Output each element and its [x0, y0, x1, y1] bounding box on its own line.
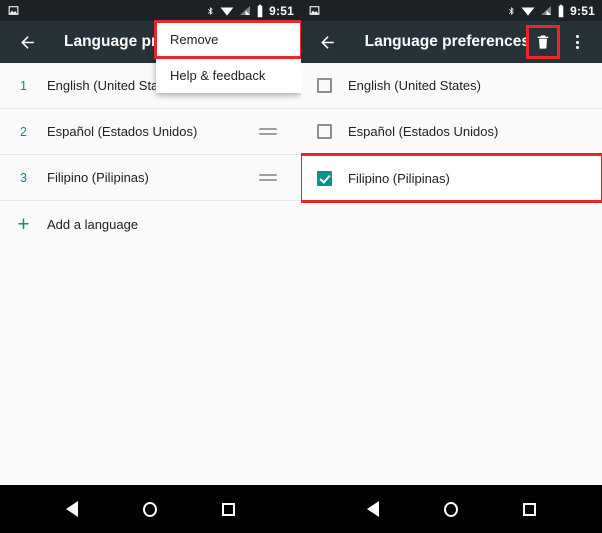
list-item-rank: 1: [20, 78, 27, 93]
battery-icon: [257, 4, 263, 17]
left-phone-screen: 9:51 Language prefe 1 English (United St…: [0, 0, 301, 485]
trash-icon[interactable]: [526, 25, 560, 59]
wifi-icon: [521, 7, 535, 16]
bluetooth-icon: [509, 6, 514, 15]
app-bar-actions: [526, 25, 592, 59]
overflow-menu-popup: Remove Help & feedback: [154, 20, 301, 93]
plus-icon: +: [17, 212, 30, 236]
overflow-menu-icon[interactable]: [562, 27, 592, 57]
list-item[interactable]: 3 Filipino (Pilipinas): [0, 155, 301, 201]
app-bar-right: Language preferences: [301, 21, 602, 63]
nav-back-icon[interactable]: [66, 501, 79, 517]
add-language-row[interactable]: + Add a language: [0, 201, 301, 247]
status-bar-notifications: [308, 4, 321, 17]
drag-handle-icon[interactable]: [259, 174, 277, 181]
image-icon: [309, 6, 320, 15]
list-spacer: [301, 201, 602, 247]
list-item-rank: 2: [20, 124, 27, 139]
menu-item-help-feedback-label: Help & feedback: [170, 68, 266, 83]
checkbox-cell[interactable]: [301, 78, 348, 93]
checkbox-cell[interactable]: [301, 170, 348, 186]
list-item-rank: 3: [20, 170, 27, 185]
right-phone-screen: 9:51 Language preferences English (Unite…: [301, 0, 602, 485]
menu-item-remove[interactable]: Remove: [154, 20, 301, 59]
status-bar-icons-left: 9:51: [206, 4, 294, 18]
back-arrow-icon[interactable]: [12, 27, 42, 57]
list-item[interactable]: Filipino (Pilipinas): [301, 153, 602, 203]
status-bar-clock: 9:51: [570, 3, 595, 18]
language-selection-list: English (United States) Español (Estados…: [301, 63, 602, 247]
back-arrow-icon[interactable]: [313, 27, 343, 57]
nav-home-icon[interactable]: [443, 501, 458, 517]
nav-back-icon[interactable]: [367, 501, 380, 517]
list-item-label: English (United States): [348, 78, 481, 93]
cell-signal-icon: [240, 5, 251, 15]
page-title: Language preferences: [364, 33, 528, 50]
checkbox-checked-icon[interactable]: [317, 170, 332, 186]
status-bar-right: 9:51: [301, 0, 602, 21]
status-bar-icons-right: 9:51: [507, 4, 595, 18]
system-navigation-bars: [0, 485, 602, 533]
drag-handle-icon[interactable]: [259, 128, 277, 135]
cell-signal-icon: [541, 5, 552, 15]
checkbox-unchecked-icon[interactable]: [317, 78, 332, 93]
nav-recents-icon[interactable]: [522, 502, 536, 516]
status-bar-notifications: [7, 4, 20, 17]
status-bar-clock: 9:51: [269, 3, 294, 18]
list-item[interactable]: 2 Español (Estados Unidos): [0, 109, 301, 155]
list-item-label: Español (Estados Unidos): [47, 124, 198, 139]
navigation-bar-right: [301, 485, 602, 533]
list-item[interactable]: Español (Estados Unidos): [301, 109, 602, 155]
add-language-label: Add a language: [47, 216, 139, 232]
battery-icon: [558, 4, 564, 17]
status-bar-left: 9:51: [0, 0, 301, 21]
list-item-label: Filipino (Pilipinas): [348, 170, 450, 186]
list-item[interactable]: English (United States): [301, 63, 602, 109]
checkbox-cell[interactable]: [301, 124, 348, 139]
dual-screenshot-container: 9:51 Language prefe 1 English (United St…: [0, 0, 602, 485]
bluetooth-icon: [208, 6, 213, 15]
checkbox-unchecked-icon[interactable]: [317, 124, 332, 139]
list-item-label: Español (Estados Unidos): [348, 124, 499, 139]
nav-recents-icon[interactable]: [221, 502, 235, 516]
wifi-icon: [220, 7, 234, 16]
menu-item-help-feedback[interactable]: Help & feedback: [156, 58, 301, 93]
menu-item-remove-label: Remove: [170, 32, 219, 47]
nav-home-icon[interactable]: [142, 501, 157, 517]
image-icon: [8, 6, 19, 15]
list-item-label: Filipino (Pilipinas): [47, 170, 149, 185]
navigation-bar-left: [0, 485, 301, 533]
